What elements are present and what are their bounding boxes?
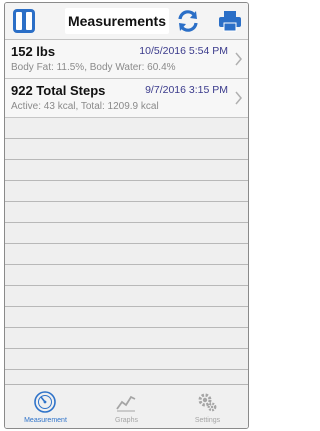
measurement-datetime: 10/5/2016 5:54 PM	[139, 45, 228, 57]
measurement-secondary: Body Fat: 11.5%, Body Water: 60.4%	[11, 62, 176, 73]
measurement-list: 152 lbs 10/5/2016 5:54 PM Body Fat: 11.5…	[5, 40, 248, 384]
sync-icon[interactable]	[175, 8, 201, 34]
page-title: Measurements	[65, 8, 169, 34]
measurement-primary: 152 lbs	[11, 44, 56, 59]
list-item[interactable]: 152 lbs 10/5/2016 5:54 PM Body Fat: 11.5…	[5, 40, 248, 79]
tab-bar: Measurement Graphs Settings	[5, 384, 248, 428]
gears-icon	[198, 393, 217, 412]
tab-settings[interactable]: Settings	[167, 385, 248, 428]
tab-label: Settings	[194, 417, 221, 424]
gauge-icon	[34, 391, 56, 413]
tab-label: Graphs	[115, 417, 138, 424]
measurement-secondary: Active: 43 kcal, Total: 1209.9 kcal	[11, 101, 159, 112]
tab-measurement[interactable]: Measurement	[5, 385, 86, 428]
tab-label: Measurement	[24, 417, 67, 424]
tab-graphs[interactable]: Graphs	[86, 385, 167, 428]
measurement-primary: 922 Total Steps	[11, 83, 106, 98]
info-icon[interactable]	[11, 8, 37, 34]
list-item[interactable]: 922 Total Steps 9/7/2016 3:15 PM Active:…	[5, 79, 248, 118]
app-screen: Measurements 152 lbs 10/5/2016 5:54 PM B…	[4, 2, 249, 429]
graph-icon	[116, 395, 136, 412]
chevron-right-icon	[235, 91, 242, 105]
chevron-right-icon	[235, 52, 242, 66]
measurement-datetime: 9/7/2016 3:15 PM	[145, 84, 228, 96]
navigation-bar: Measurements	[5, 3, 248, 40]
printer-icon[interactable]	[217, 8, 243, 34]
